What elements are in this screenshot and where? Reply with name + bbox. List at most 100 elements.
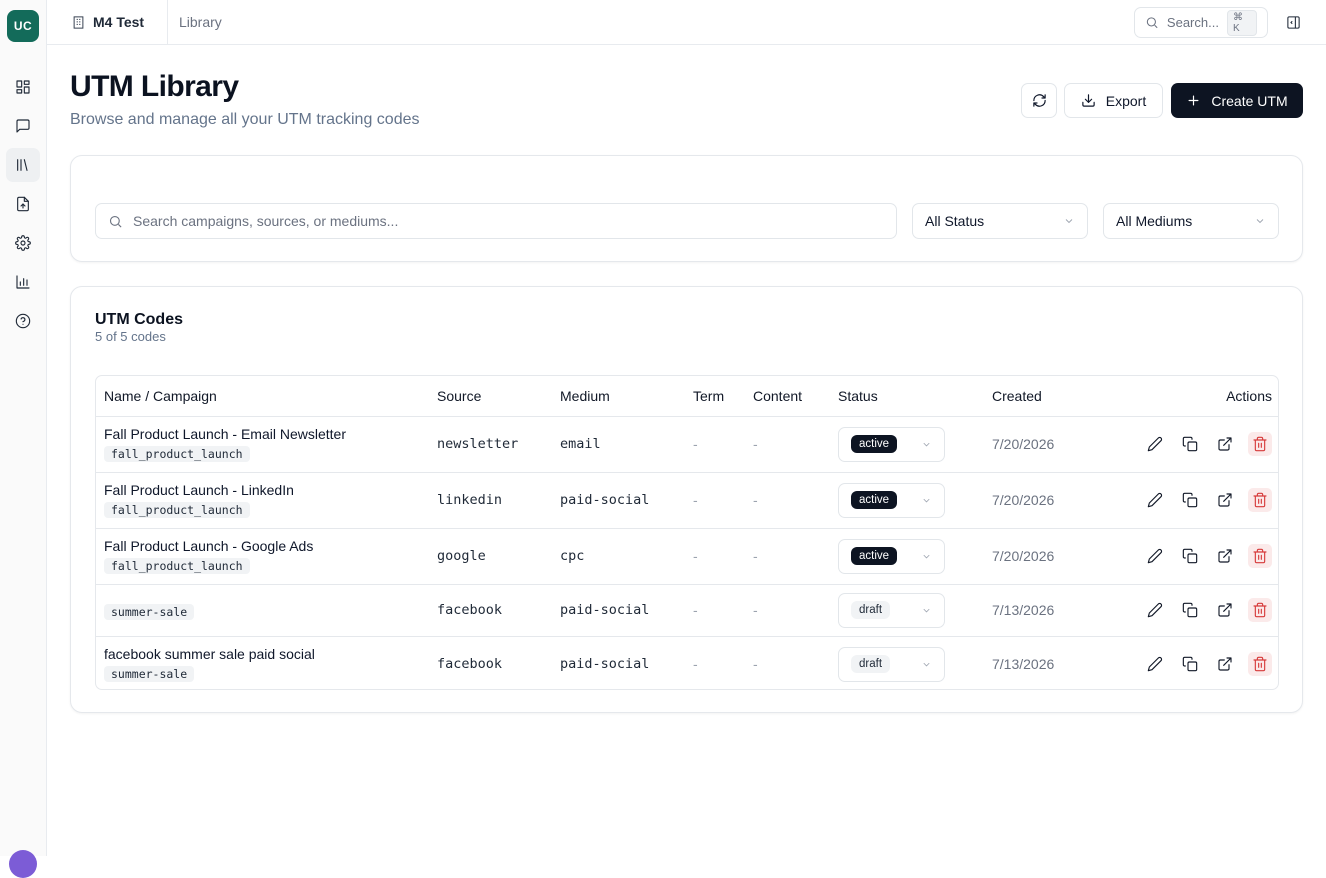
- breadcrumb-page[interactable]: Library: [179, 0, 222, 44]
- sidebar-item-library[interactable]: [6, 148, 40, 182]
- content-cell: -: [753, 656, 758, 673]
- term-cell: -: [685, 472, 745, 529]
- external-link-icon: [1218, 549, 1232, 563]
- column-header: Actions: [1104, 376, 1278, 417]
- trash-icon: [1253, 548, 1267, 564]
- edit-button[interactable]: [1143, 544, 1167, 568]
- medium-filter-select[interactable]: All Mediums: [1103, 203, 1279, 239]
- open-link-button[interactable]: [1213, 652, 1237, 676]
- campaign-tag: fall_product_launch: [104, 558, 250, 574]
- table-row[interactable]: facebook summer sale paid social summer-…: [96, 636, 1278, 689]
- codes-title: UTM Codes: [95, 311, 183, 328]
- open-link-button[interactable]: [1213, 488, 1237, 512]
- status-filter-select[interactable]: All Status: [912, 203, 1088, 239]
- utm-codes-card: UTM Codes 5 of 5 codes Name / Campaign S…: [70, 286, 1303, 713]
- actions-cell: [1104, 584, 1278, 637]
- export-button[interactable]: Export: [1064, 83, 1163, 118]
- create-utm-button[interactable]: Create UTM: [1171, 83, 1303, 118]
- table-row[interactable]: Fall Product Launch - Google Ads fall_pr…: [96, 528, 1278, 585]
- table-row[interactable]: Fall Product Launch - Email Newsletter f…: [96, 416, 1278, 473]
- pencil-icon: [1147, 436, 1163, 452]
- delete-button[interactable]: [1248, 652, 1272, 677]
- name-cell: summer-sale: [96, 584, 429, 637]
- building-icon: [73, 15, 84, 29]
- status-cell: active: [830, 472, 984, 529]
- workspace-logo[interactable]: UC: [7, 10, 39, 42]
- copy-icon: [1182, 492, 1198, 508]
- chevron-down-icon: [923, 442, 930, 446]
- trash-icon: [1253, 492, 1267, 508]
- created-cell: 7/20/2026: [984, 416, 1104, 473]
- trash-icon: [1253, 436, 1267, 452]
- status-select[interactable]: draft: [838, 592, 945, 628]
- sidebar-panel-icon: [1286, 15, 1300, 29]
- campaign-tag: fall_product_launch: [104, 502, 250, 518]
- status-badge: active: [851, 435, 898, 453]
- breadcrumb-divider: [167, 0, 168, 44]
- actions-cell: [1104, 528, 1278, 585]
- chevron-down-icon: [923, 662, 930, 667]
- chevron-down-icon: [923, 608, 930, 612]
- filter-card: All Status All Mediums: [70, 155, 1303, 262]
- status-select[interactable]: active: [838, 538, 945, 574]
- edit-button[interactable]: [1143, 432, 1167, 456]
- created-cell: 7/20/2026: [984, 472, 1104, 529]
- delete-button[interactable]: [1248, 488, 1272, 512]
- pencil-icon: [1147, 657, 1163, 672]
- edit-button[interactable]: [1143, 652, 1167, 676]
- status-select[interactable]: draft: [838, 646, 945, 682]
- campaign-tag: summer-sale: [104, 666, 195, 683]
- status-select[interactable]: active: [838, 482, 945, 518]
- delete-button[interactable]: [1248, 598, 1272, 622]
- search-icon: [1146, 17, 1158, 29]
- search-field[interactable]: [95, 203, 897, 239]
- table-row[interactable]: summer-sale facebook paid-social - - dra…: [96, 584, 1278, 637]
- sidebar-item-help[interactable]: [6, 304, 40, 338]
- edit-button[interactable]: [1143, 488, 1167, 512]
- panel-toggle-button[interactable]: [1283, 12, 1303, 32]
- sidebar-item-dashboard[interactable]: [6, 70, 40, 104]
- status-select[interactable]: active: [838, 426, 945, 462]
- sidebar-item-settings[interactable]: [6, 226, 40, 260]
- global-search[interactable]: Search... ⌘ K: [1134, 7, 1268, 38]
- copy-button[interactable]: [1178, 652, 1202, 676]
- delete-button[interactable]: [1248, 432, 1272, 456]
- copy-button[interactable]: [1178, 488, 1202, 512]
- gear-icon: [15, 235, 31, 251]
- source-cell: google: [429, 528, 552, 585]
- bar-chart-icon: [16, 275, 30, 289]
- sidebar-item-import[interactable]: [6, 187, 40, 221]
- table-row[interactable]: Fall Product Launch - LinkedIn fall_prod…: [96, 472, 1278, 529]
- search-input[interactable]: [133, 213, 833, 229]
- term-cell: -: [685, 528, 745, 585]
- utm-name: Fall Product Launch - Email Newsletter: [104, 426, 346, 442]
- status-badge: active: [851, 547, 898, 565]
- trash-icon: [1253, 602, 1267, 618]
- export-label: Export: [1105, 92, 1147, 109]
- copy-button[interactable]: [1178, 432, 1202, 456]
- sidebar-item-analytics[interactable]: [6, 265, 40, 299]
- copy-button[interactable]: [1178, 544, 1202, 568]
- status-badge: draft: [851, 655, 891, 674]
- open-link-button[interactable]: [1213, 598, 1237, 622]
- page-title: UTM Library: [70, 70, 239, 103]
- create-utm-label: Create UTM: [1211, 92, 1288, 109]
- pencil-icon: [1147, 602, 1163, 618]
- breadcrumb-project[interactable]: M4 Test: [71, 0, 144, 44]
- content-cell: -: [745, 528, 830, 585]
- copy-button[interactable]: [1178, 598, 1202, 622]
- utm-name: Fall Product Launch - Google Ads: [104, 538, 314, 554]
- chevron-down-icon: [923, 554, 930, 558]
- refresh-button[interactable]: [1021, 83, 1057, 118]
- delete-button[interactable]: [1248, 544, 1272, 568]
- medium-filter-value: All Mediums: [1116, 213, 1193, 229]
- actions-cell: [1104, 416, 1278, 473]
- avatar[interactable]: [9, 850, 37, 878]
- status-cell: active: [830, 528, 984, 585]
- status-cell: draft: [830, 636, 984, 689]
- sidebar-item-messages[interactable]: [6, 109, 40, 143]
- open-link-button[interactable]: [1213, 432, 1237, 456]
- edit-button[interactable]: [1143, 598, 1167, 622]
- open-link-button[interactable]: [1213, 544, 1237, 568]
- source-cell: newsletter: [429, 416, 552, 473]
